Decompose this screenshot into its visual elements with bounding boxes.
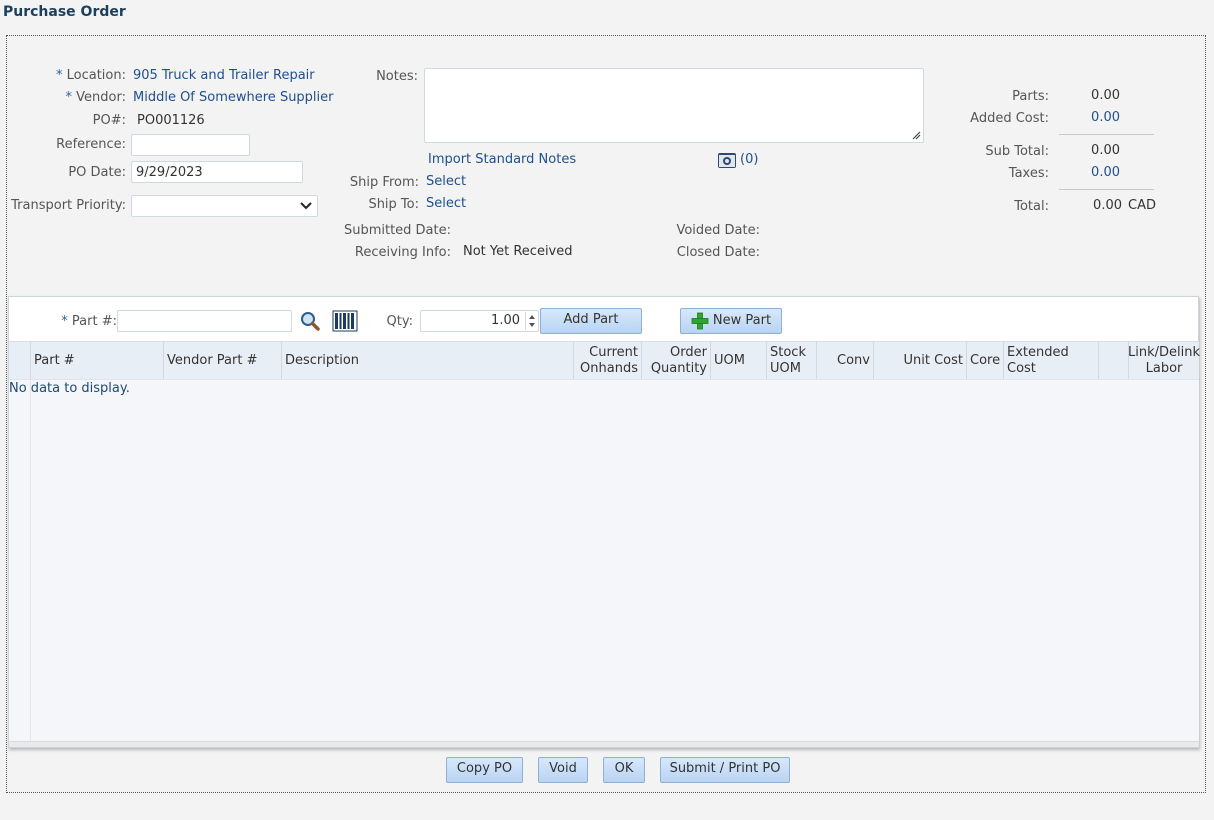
add-part-button[interactable]: Add Part [540, 308, 642, 334]
barcode-icon[interactable] [332, 310, 358, 332]
column-header-order-quantity[interactable]: Order Quantity [642, 342, 711, 380]
ship-to-select-link[interactable]: Select [426, 196, 466, 211]
location-label: * Location: [55, 68, 126, 83]
grid-header: Part # Vendor Part # Description Current… [9, 341, 1200, 380]
vendor-link[interactable]: Middle Of Somewhere Supplier [133, 90, 334, 105]
ship-from-select-link[interactable]: Select [426, 174, 466, 189]
location-link[interactable]: 905 Truck and Trailer Repair [133, 68, 315, 83]
taxes-label: Taxes: [1008, 166, 1049, 181]
column-header-core[interactable]: Core [967, 342, 1004, 380]
empty-grid-message: No data to display. [9, 381, 130, 396]
column-header-stock-uom[interactable]: Stock UOM [767, 342, 817, 380]
column-header-current-onhands[interactable]: Current Onhands [574, 342, 642, 380]
column-header-vendor-part[interactable]: Vendor Part # [164, 342, 282, 380]
column-header-link-labor[interactable]: Link/Delink Labor [1128, 342, 1200, 380]
column-header-uom[interactable]: UOM [711, 342, 767, 380]
column-header-extended-cost[interactable]: Extended Cost [1004, 342, 1099, 380]
required-mark: * [65, 90, 73, 105]
submitted-date-label: Submitted Date: [343, 223, 451, 238]
qty-label: Qty: [386, 314, 413, 329]
notes-textarea[interactable] [424, 68, 924, 143]
resize-handle-icon[interactable] [912, 131, 921, 140]
ok-button[interactable]: OK [603, 757, 645, 783]
part-number-label: * Part #: [61, 314, 117, 329]
po-number-value: PO001126 [137, 113, 205, 128]
stepper-arrows[interactable] [525, 312, 537, 330]
parts-total-label: Parts: [1012, 89, 1049, 104]
receiving-info-value: Not Yet Received [463, 244, 573, 259]
currency-label: CAD [1128, 198, 1156, 213]
added-cost-label: Added Cost: [970, 111, 1049, 126]
notes-label: Notes: [376, 69, 418, 84]
page-title: Purchase Order [3, 4, 126, 20]
transport-priority-select[interactable] [131, 195, 318, 217]
added-cost-link[interactable]: 0.00 [1060, 110, 1120, 125]
subtotal-label: Sub Total: [985, 144, 1049, 159]
subtotal-value: 0.00 [1091, 143, 1120, 158]
column-header-unit-cost[interactable]: Unit Cost [874, 342, 967, 380]
qty-stepper[interactable]: 1.00 [420, 310, 539, 332]
total-value: 0.00 [1093, 198, 1122, 213]
transport-priority-label: Transport Priority: [11, 198, 126, 213]
part-number-input[interactable] [117, 310, 292, 332]
submit-print-po-button[interactable]: Submit / Print PO [660, 757, 790, 783]
row-selector-column [9, 380, 31, 742]
required-mark: * [55, 68, 63, 83]
total-label: Total: [1014, 199, 1049, 214]
search-icon[interactable] [299, 310, 321, 332]
column-header-conv[interactable]: Conv [817, 342, 874, 380]
column-header-part-number[interactable]: Part # [31, 342, 164, 380]
po-number-label: PO#: [92, 113, 126, 128]
reference-input[interactable] [131, 134, 250, 156]
ship-from-label: Ship From: [349, 175, 419, 190]
taxes-link[interactable]: 0.00 [1060, 165, 1120, 180]
ship-to-label: Ship To: [368, 197, 419, 212]
grid-body: No data to display. [9, 379, 1199, 742]
void-button[interactable]: Void [538, 757, 588, 783]
parts-grid-panel: * Part #: Qty: 1.00 Add Part New Part Pa… [8, 296, 1200, 748]
parts-total-value: 0.00 [1091, 88, 1120, 103]
totals-divider [1059, 189, 1154, 190]
po-date-input[interactable] [131, 161, 303, 183]
chevron-down-icon [300, 202, 312, 210]
vendor-label: * Vendor: [65, 90, 126, 105]
horizontal-scrollbar[interactable] [9, 741, 1199, 747]
po-date-label: PO Date: [68, 165, 126, 180]
voided-date-label: Voided Date: [676, 223, 760, 238]
column-header-selector [9, 342, 31, 380]
column-header-blank [1099, 342, 1129, 380]
new-part-button[interactable]: New Part [680, 308, 782, 334]
totals-divider [1059, 134, 1154, 135]
attachments-count[interactable]: (0) [740, 152, 758, 167]
reference-label: Reference: [56, 137, 126, 152]
camera-icon[interactable] [717, 151, 737, 169]
plus-icon [691, 312, 709, 330]
closed-date-label: Closed Date: [676, 245, 760, 260]
receiving-info-label: Receiving Info: [354, 245, 451, 260]
column-header-description[interactable]: Description [282, 342, 574, 380]
import-standard-notes-link[interactable]: Import Standard Notes [428, 152, 576, 167]
copy-po-button[interactable]: Copy PO [446, 757, 523, 783]
